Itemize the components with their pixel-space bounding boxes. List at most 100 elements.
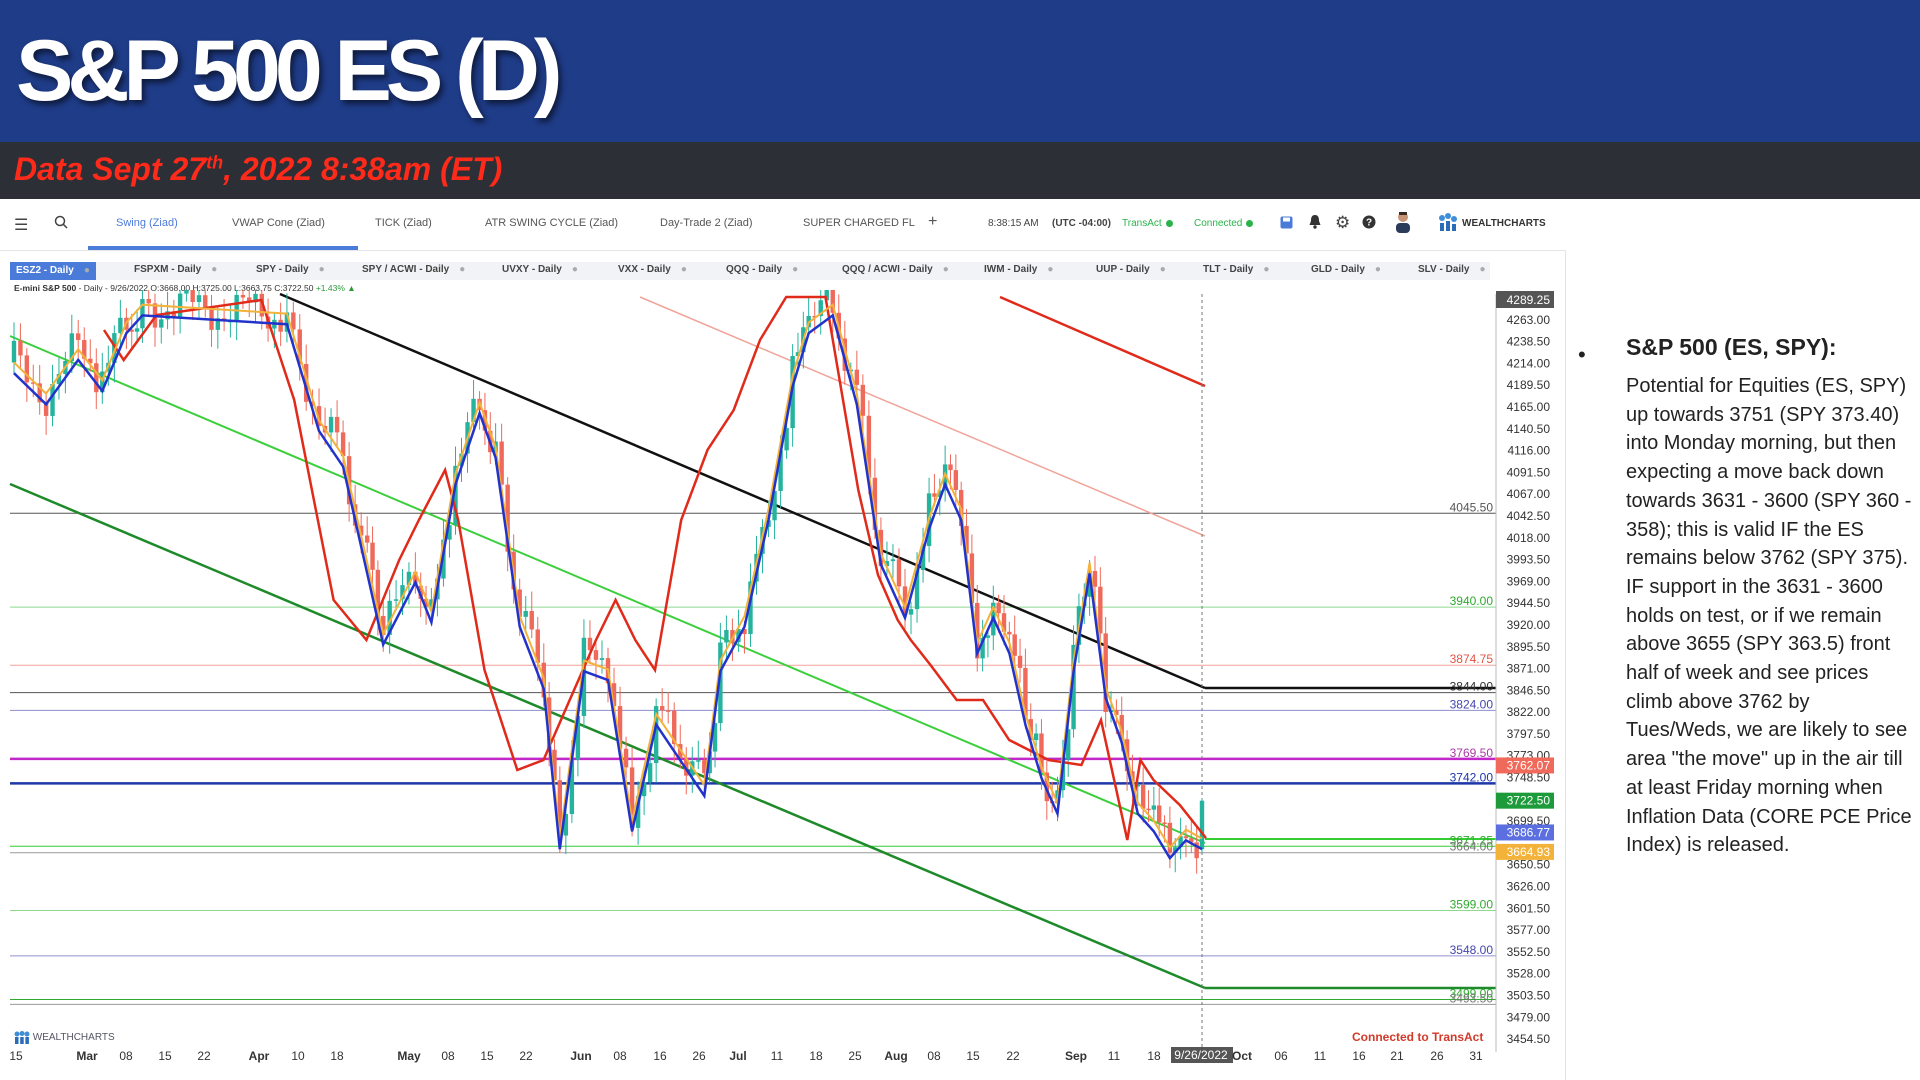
candle-body [996,602,1001,614]
x-tick-label: 31 [1469,1049,1483,1063]
y-tick-label: 3993.50 [1507,553,1551,567]
candle-body [896,559,902,587]
symbol-tab[interactable]: QQQ - Daily ● [726,264,798,275]
symbol-tab-label: VXX - Daily [618,264,671,275]
price-level-label: 3548.00 [1450,943,1494,957]
x-tick-label: 15 [480,1049,494,1063]
candle-body [1033,733,1039,741]
price-level-label: 3874.75 [1450,652,1494,666]
y-tick-label: 3920.00 [1507,618,1551,632]
symbol-tab[interactable]: UVXY - Daily ● [502,264,578,275]
symbol-tab-label: QQQ - Daily [726,264,783,275]
clock: 8:38:15 AM [988,218,1039,229]
candle-body [334,416,340,433]
x-tick-label: 22 [197,1049,211,1063]
symbol-tab-label: GLD - Daily [1311,264,1365,275]
symbol-tab-close-icon[interactable]: ● [1160,264,1166,275]
symbol-tab-close-icon[interactable]: ● [1047,264,1053,275]
symbol-tab-label: FSPXM - Daily [134,264,202,275]
active-tab-indicator [88,246,358,250]
symbol-tab-label: QQQ / ACWI - Daily [842,264,933,275]
symbol-tab-close-icon[interactable]: ● [1263,264,1269,275]
candle-body [623,748,629,768]
candle-body [364,535,370,543]
gear-icon[interactable]: ⚙ [1335,213,1350,233]
add-tab-button[interactable]: + [928,213,937,231]
candle-body [1092,570,1098,587]
symbol-tab[interactable]: SLV - Daily ● [1418,264,1486,275]
y-tick-label: 3797.50 [1507,727,1551,741]
tab-vwap-cone[interactable]: VWAP Cone (Ziad) [232,217,325,229]
symbol-tab[interactable]: ESZ2 - Daily ● [10,262,96,280]
symbol-tab[interactable]: IWM - Daily ● [984,264,1053,275]
symbol-tab-close-icon[interactable]: ● [1480,264,1486,275]
symbol-tab[interactable]: UUP - Daily ● [1096,264,1166,275]
symbol-tab-close-icon[interactable]: ● [211,264,217,275]
candle-body [240,294,246,298]
symbol-tab-close-icon[interactable]: ● [792,264,798,275]
x-tick-label: 08 [441,1049,455,1063]
cursor-date-label: 9/26/2022 [1174,1048,1228,1062]
symbol-tab[interactable]: SPY / ACWI - Daily ● [362,264,465,275]
price-level-label: 3824.00 [1450,697,1494,711]
candle-body [948,464,953,471]
symbol-tab[interactable]: FSPXM - Daily ● [134,264,217,275]
candle-body [18,340,23,356]
y-tick-label: 3822.00 [1507,705,1551,719]
hamburger-icon[interactable]: ☰ [14,215,28,235]
y-tick-label: 3944.50 [1507,596,1551,610]
symbol-tab-close-icon[interactable]: ● [572,264,578,275]
symbol-tab-close-icon[interactable]: ● [84,265,90,276]
candle-body [529,611,534,630]
symbol-tab[interactable]: QQQ / ACWI - Daily ● [842,264,949,275]
search-icon[interactable] [54,215,68,234]
price-level-label: 3493.50 [1450,991,1494,1005]
candle-body [24,355,30,383]
slide-title: S&P 500 ES (D) [16,23,563,119]
connection-note: Connected to TransAct [1352,1030,1484,1044]
symbol-tab[interactable]: TLT - Daily ● [1203,264,1269,275]
symbol-tab[interactable]: SPY - Daily ● [256,264,325,275]
price-chart[interactable]: 4289.25 4263.00 4238.50 4214.00 4189.50 4165.… [0,290,1566,1080]
x-tick-label: 18 [330,1049,344,1063]
symbol-tab-close-icon[interactable]: ● [943,264,949,275]
symbol-tab[interactable]: VXX - Daily ● [618,264,687,275]
help-icon[interactable]: ? [1362,215,1376,234]
symbol-tab-close-icon[interactable]: ● [459,264,465,275]
candle-body [523,611,528,617]
avatar[interactable] [1394,211,1412,238]
y-tick-label: 3601.50 [1507,901,1551,915]
price-tag-text: 3664.93 [1507,845,1551,859]
price-level-label: 3940.00 [1450,594,1494,608]
tab-swing[interactable]: Swing (Ziad) [116,217,178,229]
x-tick-label: 21 [1390,1049,1404,1063]
transact-status: TransAct [1122,218,1173,229]
y-tick-label: 3454.50 [1507,1032,1551,1046]
tab-atr-swing-cycle[interactable]: ATR SWING CYCLE (Ziad) [485,217,618,229]
tab-day-trade-2[interactable]: Day-Trade 2 (Ziad) [660,217,753,229]
y-tick-label: 3503.50 [1507,989,1551,1003]
y-tick-label: 4238.50 [1507,335,1551,349]
y-tick-label: 4165.00 [1507,400,1551,414]
candle-body [146,298,151,304]
y-tick-label: 3528.00 [1507,967,1551,981]
save-icon[interactable] [1280,216,1293,234]
y-tick-label: 4042.50 [1507,509,1551,523]
price-level-label: 3769.50 [1450,746,1494,760]
y-tick-label: 3846.50 [1507,683,1551,697]
tab-tick[interactable]: TICK (Ziad) [375,217,432,229]
symbol-tab-close-icon[interactable]: ● [1375,264,1381,275]
symbol-tab[interactable]: GLD - Daily ● [1311,264,1381,275]
x-tick-label: 26 [692,1049,706,1063]
tab-super-charged[interactable]: SUPER CHARGED FL [803,217,915,229]
symbol-tab-label: SPY - Daily [256,264,309,275]
symbol-tab-close-icon[interactable]: ● [681,264,687,275]
candle-body [196,295,202,302]
candle-body [1183,836,1189,839]
bell-icon[interactable] [1308,214,1322,234]
candle-body [134,328,140,332]
toolbar: ☰ Swing (Ziad) VWAP Cone (Ziad) TICK (Zi… [0,199,1566,251]
x-tick-label: 25 [848,1049,862,1063]
symbol-tab-close-icon[interactable]: ● [319,264,325,275]
x-tick-label: 18 [809,1049,823,1063]
